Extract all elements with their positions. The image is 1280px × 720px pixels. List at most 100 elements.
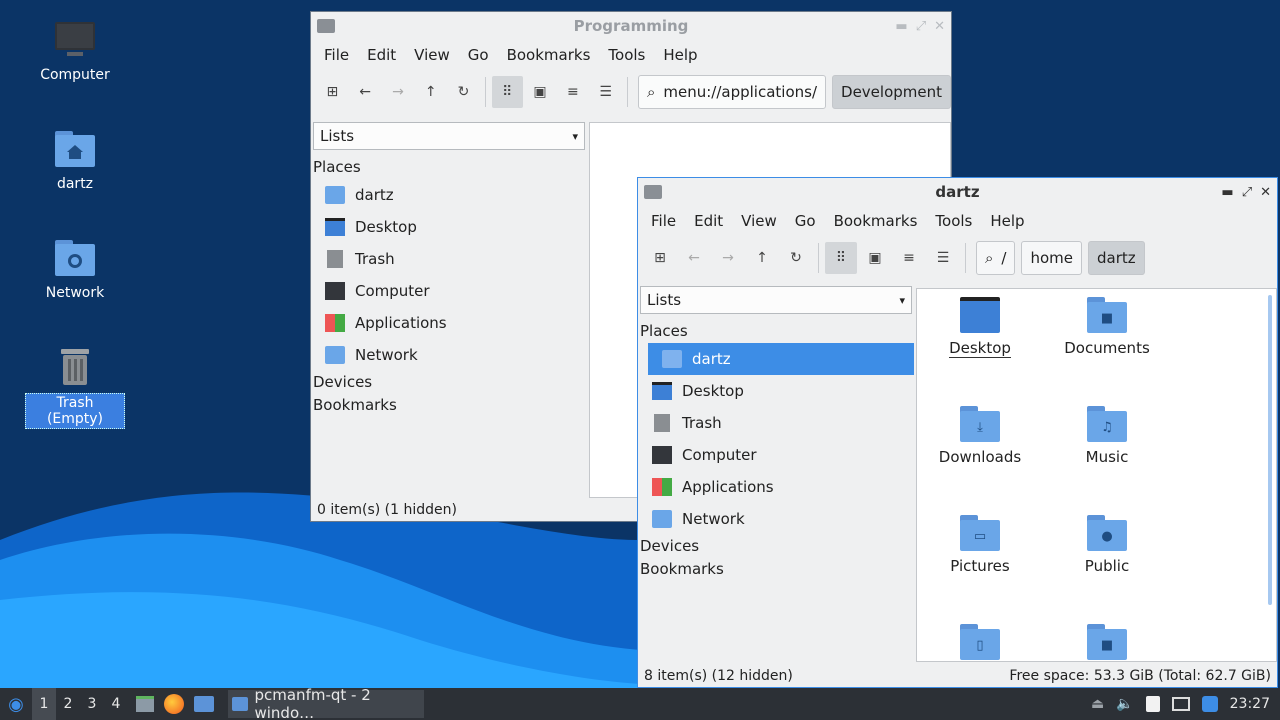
update-notification-icon[interactable] — [1201, 696, 1218, 712]
file-item-videos[interactable]: ■ — [1052, 624, 1162, 661]
menu-bookmarks[interactable]: Bookmarks — [825, 212, 927, 230]
new-tab-icon[interactable]: ⊞ — [317, 76, 348, 108]
place-applications[interactable]: Applications — [311, 307, 587, 339]
maximize-icon[interactable]: ⤢ — [916, 19, 926, 34]
crumb-development[interactable]: Development — [832, 75, 951, 109]
minimize-icon[interactable]: ▬ — [895, 19, 907, 34]
dartz-window[interactable]: dartz ▬ ⤢ ✕ File Edit View Go Bookmarks … — [637, 177, 1278, 688]
window-titlebar[interactable]: Programming ▬ ⤢ ✕ — [311, 12, 951, 40]
file-item-music[interactable]: ♫ Music — [1052, 406, 1162, 466]
file-item-public[interactable]: ● Public — [1052, 515, 1162, 575]
icon-view-icon[interactable]: ⠿ — [491, 76, 523, 108]
menu-file[interactable]: File — [642, 212, 685, 230]
folder-icon — [644, 185, 662, 199]
eject-icon[interactable]: ⏏ — [1091, 696, 1104, 712]
menu-go[interactable]: Go — [786, 212, 825, 230]
clock[interactable]: 23:27 — [1230, 696, 1270, 712]
file-view[interactable]: Desktop ■ Documents ⤓ Downloads ♫ Music … — [916, 288, 1277, 662]
file-item-templates[interactable]: ▯ — [925, 624, 1035, 661]
toolbar-separator — [818, 243, 819, 273]
volume-icon[interactable]: 🔈 — [1116, 696, 1133, 712]
desktop-icon-network[interactable]: Network — [25, 236, 125, 302]
place-applications[interactable]: Applications — [638, 471, 914, 503]
vertical-scrollbar[interactable] — [1268, 295, 1272, 605]
network-folder-icon — [55, 240, 95, 276]
minimize-icon[interactable]: ▬ — [1221, 185, 1233, 200]
place-desktop[interactable]: Desktop — [638, 375, 914, 407]
place-trash[interactable]: Trash — [311, 243, 587, 275]
menu-tools[interactable]: Tools — [926, 212, 981, 230]
compact-view-icon[interactable]: ≡ — [893, 242, 925, 274]
menu-view[interactable]: View — [732, 212, 786, 230]
place-label: Trash — [682, 414, 722, 432]
back-icon[interactable]: ← — [678, 242, 710, 274]
compact-view-icon[interactable]: ≡ — [557, 76, 588, 108]
workspace-4[interactable]: 4 — [104, 696, 128, 712]
up-icon[interactable]: ↑ — [415, 76, 446, 108]
place-home[interactable]: dartz — [311, 179, 587, 211]
reload-icon[interactable]: ↻ — [448, 76, 479, 108]
thumbnail-view-icon[interactable]: ▣ — [859, 242, 891, 274]
place-home[interactable]: dartz — [648, 343, 914, 375]
side-pane-mode-select[interactable]: Lists ▾ — [640, 286, 912, 314]
up-icon[interactable]: ↑ — [746, 242, 778, 274]
close-icon[interactable]: ✕ — [1260, 185, 1271, 200]
forward-icon[interactable]: → — [383, 76, 414, 108]
icon-view-icon[interactable]: ⠿ — [825, 242, 857, 274]
network-monitor-icon[interactable] — [1171, 697, 1190, 711]
file-item-downloads[interactable]: ⤓ Downloads — [925, 406, 1035, 466]
menu-view[interactable]: View — [405, 46, 459, 64]
path-bar[interactable]: ⌕ menu://applications/ — [637, 75, 827, 109]
file-item-documents[interactable]: ■ Documents — [1052, 297, 1162, 357]
menu-edit[interactable]: Edit — [685, 212, 732, 230]
crumb-home[interactable]: home — [1021, 241, 1082, 275]
crumb-dartz[interactable]: dartz — [1088, 241, 1145, 275]
place-label: Desktop — [355, 218, 417, 236]
show-desktop-icon[interactable] — [136, 696, 154, 712]
menu-bookmarks[interactable]: Bookmarks — [498, 46, 600, 64]
menu-help[interactable]: Help — [654, 46, 706, 64]
file-manager-icon[interactable] — [194, 696, 214, 712]
firefox-icon[interactable] — [164, 694, 184, 714]
close-icon[interactable]: ✕ — [934, 19, 945, 34]
place-network[interactable]: Network — [311, 339, 587, 371]
place-computer[interactable]: Computer — [638, 439, 914, 471]
reload-icon[interactable]: ↻ — [780, 242, 812, 274]
menu-edit[interactable]: Edit — [358, 46, 405, 64]
place-trash[interactable]: Trash — [638, 407, 914, 439]
forward-icon[interactable]: → — [712, 242, 744, 274]
menu-help[interactable]: Help — [981, 212, 1033, 230]
side-pane: Lists ▾ Places dartz Desktop Trash Comput… — [638, 286, 914, 581]
place-desktop[interactable]: Desktop — [311, 211, 587, 243]
place-computer[interactable]: Computer — [311, 275, 587, 307]
start-menu-icon[interactable]: ◉ — [0, 688, 32, 720]
place-network[interactable]: Network — [638, 503, 914, 535]
chevron-down-icon: ▾ — [572, 129, 578, 143]
menu-go[interactable]: Go — [459, 46, 498, 64]
workspace-2[interactable]: 2 — [56, 696, 80, 712]
computer-icon — [55, 22, 95, 56]
window-title: Programming — [573, 17, 689, 35]
taskbar-task-pcmanfm[interactable]: pcmanfm-qt - 2 windo… — [228, 686, 424, 720]
workspace-1[interactable]: 1 — [32, 688, 56, 720]
file-item-desktop[interactable]: Desktop — [925, 297, 1035, 358]
desktop-icon-home[interactable]: dartz — [25, 127, 125, 193]
desktop-icon-trash[interactable]: Trash (Empty) — [25, 345, 125, 429]
side-pane-mode-select[interactable]: Lists ▾ — [313, 122, 585, 150]
desktop-icon-computer[interactable]: Computer — [25, 18, 125, 84]
clipboard-icon[interactable] — [1145, 696, 1160, 712]
side-pane: Lists ▾ Places dartz Desktop Trash Comput… — [311, 122, 587, 417]
detailed-view-icon[interactable]: ☰ — [927, 242, 959, 274]
menu-file[interactable]: File — [315, 46, 358, 64]
window-titlebar[interactable]: dartz ▬ ⤢ ✕ — [638, 178, 1277, 206]
thumbnail-view-icon[interactable]: ▣ — [525, 76, 556, 108]
back-icon[interactable]: ← — [350, 76, 381, 108]
workspace-3[interactable]: 3 — [80, 696, 104, 712]
new-tab-icon[interactable]: ⊞ — [644, 242, 676, 274]
menu-tools[interactable]: Tools — [599, 46, 654, 64]
detailed-view-icon[interactable]: ☰ — [590, 76, 621, 108]
file-item-pictures[interactable]: ▭ Pictures — [925, 515, 1035, 575]
crumb-root[interactable]: ⌕ / — [976, 241, 1016, 275]
maximize-icon[interactable]: ⤢ — [1242, 185, 1252, 200]
pictures-folder-icon: ▭ — [960, 515, 1000, 551]
